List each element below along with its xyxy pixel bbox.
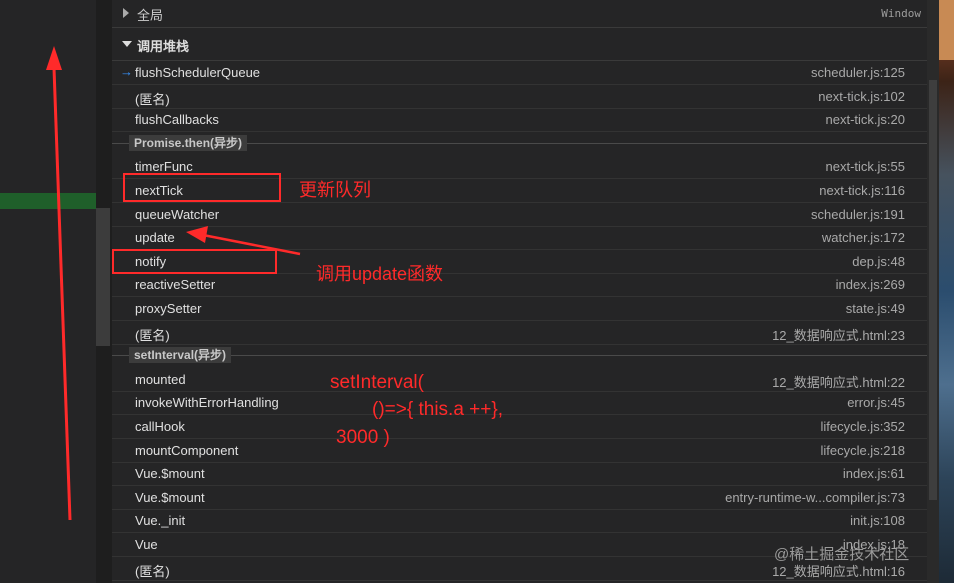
annotation-queue-note: 更新队列 <box>299 180 371 200</box>
annotation-overlay <box>46 46 301 521</box>
nexttick-highlight-box <box>123 173 281 202</box>
red-long-arrow-icon <box>46 46 72 521</box>
annotation-code-line-1: setInterval( <box>330 372 424 393</box>
annotation-code-line-2: ()=>{ this.a ++}, <box>372 399 503 420</box>
notify-highlight-box <box>112 249 277 274</box>
annotation-code-line-3: 3000 ) <box>336 427 390 448</box>
annotation-update-note: 调用update函数 <box>316 264 444 284</box>
